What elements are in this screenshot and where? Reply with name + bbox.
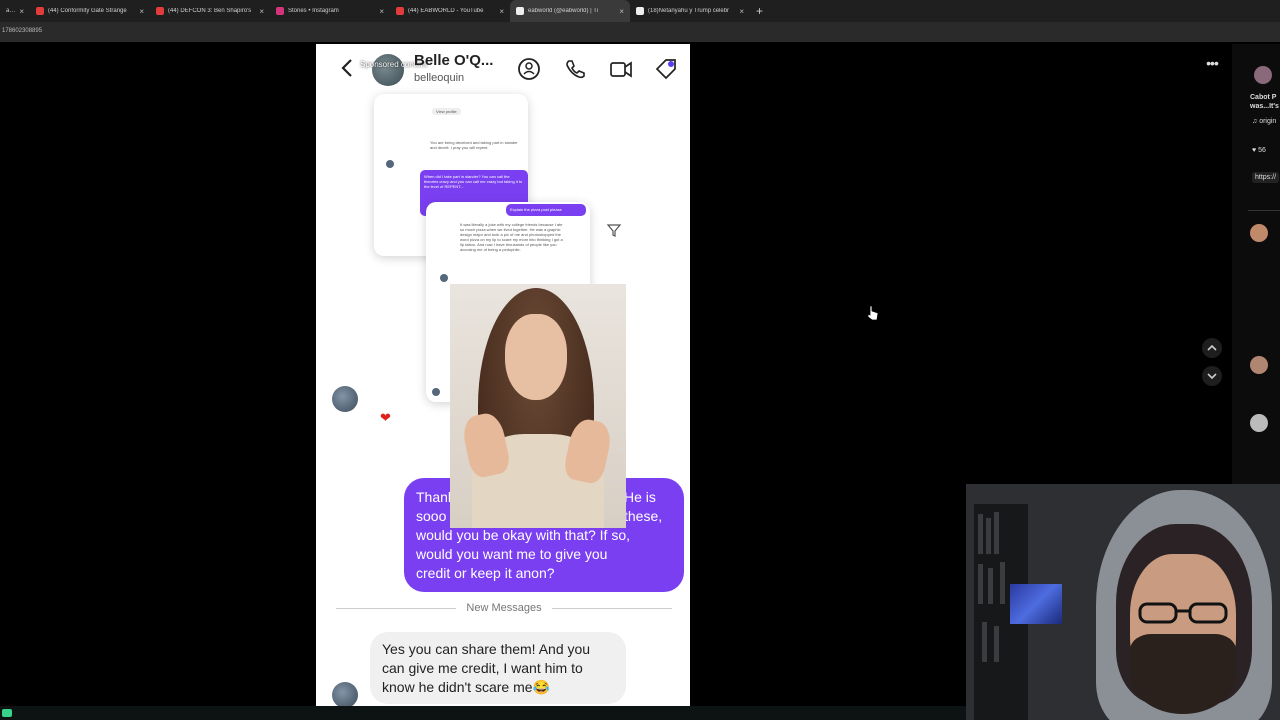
browser-tab[interactable]: at H ×: [0, 0, 30, 22]
avatar: [440, 274, 448, 282]
chevron-up-icon[interactable]: [1202, 338, 1222, 358]
contact-handle: belleoquin: [414, 72, 465, 84]
contact-name[interactable]: Belle O'Q...: [414, 52, 493, 69]
sound-label[interactable]: ♫ origin: [1252, 118, 1276, 125]
tab-title: at H: [6, 8, 15, 14]
tab-favicon-icon: [396, 7, 404, 15]
bottom-strip: [0, 706, 966, 720]
add-people-icon[interactable]: [516, 56, 542, 82]
avatar[interactable]: [1250, 356, 1268, 374]
tab-title: (44) EABWORLD - YouTube: [408, 8, 484, 14]
browser-tab[interactable]: (44) Conformity Gate Strange ×: [30, 0, 150, 22]
tab-title: Stories • Instagram: [288, 8, 339, 14]
new-tab-icon[interactable]: +: [750, 4, 769, 18]
avatar: [332, 386, 358, 412]
close-icon[interactable]: ×: [499, 7, 504, 16]
video-frame[interactable]: Sponsored content Belle O'Q... belleoqui…: [316, 44, 690, 706]
webcam-overlay: [966, 484, 1280, 720]
close-icon[interactable]: ×: [379, 7, 384, 16]
browser-tab[interactable]: (44) EABWORLD - YouTube ×: [390, 0, 510, 22]
avatar: [432, 388, 440, 396]
view-profile-button: View profile: [432, 108, 461, 115]
more-icon[interactable]: •••: [1198, 55, 1226, 73]
video-call-icon[interactable]: [608, 56, 634, 82]
browser-tab[interactable]: (44) DEFCON 3: Ben Shapiro's ×: [150, 0, 270, 22]
avatar[interactable]: [372, 54, 404, 86]
tab-title: eabworld (@eabworld) | Ti: [528, 8, 599, 14]
tab-title: (44) DEFCON 3: Ben Shapiro's: [168, 8, 252, 14]
back-icon[interactable]: [340, 58, 354, 78]
dm-header: Sponsored content Belle O'Q... belleoqui…: [316, 44, 690, 96]
tab-favicon-icon: [36, 7, 44, 15]
close-icon[interactable]: ×: [739, 7, 744, 16]
message-gray-2: It was literally a joke with my college …: [460, 222, 563, 252]
message-bubble-received: Yes you can share them! And you can give…: [370, 632, 626, 704]
tab-favicon-icon: [516, 7, 524, 15]
avatar[interactable]: [1250, 414, 1268, 432]
new-messages-divider: New Messages: [336, 600, 672, 618]
browser-tab[interactable]: eabworld (@eabworld) | Ti ×: [510, 0, 630, 22]
chevron-down-icon[interactable]: [1202, 366, 1222, 386]
browser-tab-bar: at H×(44) Conformity Gate Strange×(44) D…: [0, 0, 1280, 22]
heart-icon: ❤: [380, 410, 391, 425]
avatar[interactable]: [1254, 66, 1272, 84]
comments-panel: Cabot P was...It's ♫ origin ♥ 56 https:/…: [1232, 44, 1280, 484]
cursor-icon: [867, 305, 879, 321]
tab-favicon-icon: [276, 7, 284, 15]
message-pill: Explain the pizza post please: [506, 204, 586, 216]
presenter-overlay: [450, 284, 626, 528]
url-bar[interactable]: 178602308895: [0, 22, 1280, 42]
browser-tab[interactable]: Stories • Instagram ×: [270, 0, 390, 22]
tab-title: (44) Conformity Gate Strange: [48, 8, 127, 14]
url-text: 178602308895: [2, 28, 43, 34]
tab-title: (18)Netanyahu y Trump celebr: [648, 8, 730, 14]
close-icon[interactable]: ×: [139, 7, 144, 16]
close-icon[interactable]: ×: [259, 7, 264, 16]
avatar: [386, 160, 394, 168]
close-icon[interactable]: ×: [19, 7, 24, 16]
browser-tab[interactable]: (18)Netanyahu y Trump celebr ×: [630, 0, 750, 22]
phone-icon[interactable]: [562, 56, 588, 82]
avatar[interactable]: [1250, 224, 1268, 242]
avatar: [332, 682, 358, 706]
link-text[interactable]: https://: [1252, 172, 1280, 183]
tag-icon[interactable]: [653, 56, 679, 82]
filter-icon[interactable]: [606, 222, 622, 238]
tab-favicon-icon: [636, 7, 644, 15]
message-gray-1: You are being deceived and taking part i…: [430, 140, 518, 150]
like-count[interactable]: ♥ 56: [1252, 147, 1266, 154]
tab-favicon-icon: [156, 7, 164, 15]
close-icon[interactable]: ×: [619, 7, 624, 16]
app-icon[interactable]: [2, 709, 12, 717]
